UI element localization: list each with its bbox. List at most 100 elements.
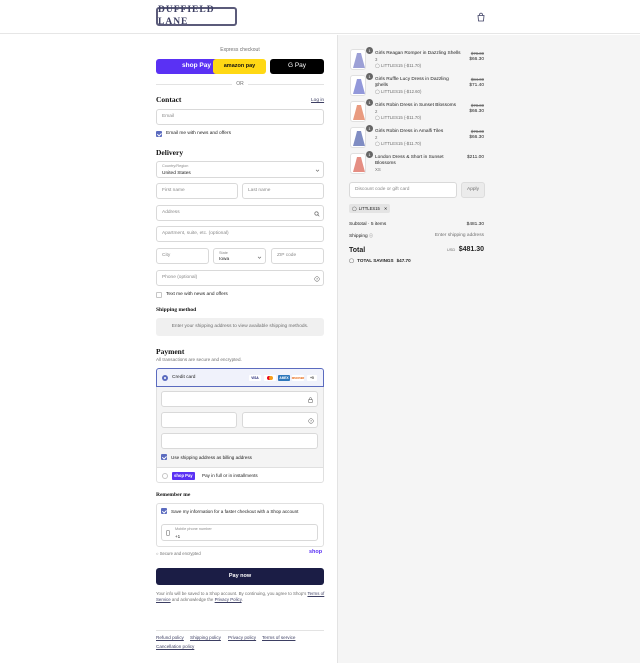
terms-text-2: and acknowledge the [171, 597, 214, 603]
amex-icon: AMEX [278, 375, 290, 381]
delivery-heading: Delivery [156, 148, 184, 157]
item-price: $66.30 [469, 109, 484, 114]
news-label: Email me with news and offers [166, 131, 231, 136]
remove-discount-icon[interactable]: ✕ [384, 206, 388, 211]
secure-encrypted-text: Secure and encrypted [159, 551, 201, 556]
address-field[interactable]: Address [156, 205, 324, 221]
security-code-field[interactable]: ? [242, 412, 318, 428]
amazon-pay-button[interactable]: amazon pay [213, 59, 266, 74]
name-on-card-field[interactable] [161, 433, 318, 449]
shipping-method-heading: Shipping method [156, 307, 197, 313]
state-value: Iowa [219, 257, 230, 262]
help-circle-icon[interactable]: ⓘ [369, 233, 373, 238]
product-thumbnail [350, 153, 366, 174]
tag-icon: ◯ [349, 258, 355, 263]
zip-field[interactable]: ZIP code [271, 248, 324, 264]
discount-code-placeholder: Discount code or gift card [355, 187, 410, 193]
lock-icon: ○ [156, 551, 159, 556]
news-checkbox[interactable] [156, 131, 162, 137]
shipping-policy-link[interactable]: Shipping policy [190, 635, 221, 641]
secure-encrypted-note: ○ Secure and encrypted [156, 551, 201, 556]
lock-icon [308, 397, 313, 403]
mobile-phone-field[interactable]: Mobile phone number +1 [161, 524, 318, 541]
country-value: United States [162, 170, 191, 176]
privacy-policy-link[interactable]: Privacy Policy [215, 597, 242, 602]
item-variant: 3 [375, 57, 378, 62]
credit-card-option[interactable]: Credit card VISA AMEX DISCOVER +5 [156, 368, 324, 387]
tag-icon: ◯ [375, 141, 380, 146]
mastercard-icon [264, 375, 276, 381]
chevron-down-icon [315, 169, 320, 172]
state-select[interactable]: State Iowa [213, 248, 266, 264]
total-value: $481.30 [458, 246, 484, 253]
state-label: State [219, 251, 228, 255]
shop-pay-installments-option[interactable]: shop Pay Pay in full or in installments [156, 467, 324, 483]
last-name-placeholder: Last name [248, 188, 271, 194]
payment-subtitle: All transactions are secure and encrypte… [156, 357, 242, 362]
refund-policy-link[interactable]: Refund policy [156, 635, 184, 641]
or-divider-label: OR [236, 81, 244, 87]
total-savings: ◯ TOTAL SAVINGS $47.70 [349, 258, 411, 264]
phone-field[interactable]: Phone (optional) ? [156, 270, 324, 286]
first-name-placeholder: First name [162, 188, 185, 194]
chevron-down-icon [257, 256, 262, 259]
dress-image [353, 53, 365, 68]
product-thumbnail [350, 127, 366, 148]
product-thumbnail [350, 101, 366, 122]
radio-selected[interactable] [162, 375, 168, 381]
dress-image [353, 131, 365, 146]
billing-address-checkbox[interactable] [161, 454, 167, 460]
card-number-field[interactable] [161, 391, 318, 407]
contact-heading: Contact [156, 95, 182, 104]
applied-discount-tag: ◯ LITTLES15 ✕ [349, 204, 391, 213]
text-offers-checkbox[interactable] [156, 292, 162, 298]
save-info-checkbox[interactable] [161, 508, 167, 514]
shipping-method-message: Enter your shipping address to view avai… [171, 324, 309, 329]
item-price: $211.00 [467, 155, 484, 160]
more-cards-badge: +5 [307, 375, 317, 381]
item-discount: ◯ LITTLES15 (-$11.70) [375, 115, 421, 120]
shopping-bag-icon[interactable] [476, 12, 486, 22]
item-variant: 2 [375, 109, 378, 114]
item-discount: ◯ LITTLES15 (-$12.60) [375, 89, 421, 94]
address-placeholder: Address [162, 210, 180, 216]
item-variant: 2 [375, 83, 378, 88]
apply-discount-button[interactable]: Apply [461, 182, 485, 198]
expiration-field[interactable] [161, 412, 237, 428]
savings-value: $47.70 [396, 258, 411, 263]
country-select[interactable]: Country/Region United States [156, 161, 324, 178]
first-name-field[interactable]: First name [156, 183, 238, 199]
email-field[interactable]: Email [156, 109, 324, 125]
pay-now-button[interactable]: Pay now [156, 568, 324, 585]
dress-image [353, 105, 365, 120]
email-placeholder: Email [162, 114, 174, 120]
discount-code-field[interactable]: Discount code or gift card [349, 182, 457, 198]
shop-logo: shop [309, 549, 323, 555]
apartment-field[interactable]: Apartment, suite, etc. (optional) [156, 226, 324, 242]
google-pay-button[interactable]: G Pay [270, 59, 324, 74]
billing-address-label: Use shipping address as billing address [171, 455, 252, 460]
city-field[interactable]: City [156, 248, 209, 264]
item-original-price: $84.00 [470, 77, 484, 82]
item-discount-text: LITTLES15 (-$11.70) [381, 141, 422, 146]
last-name-field[interactable]: Last name [242, 183, 324, 199]
item-discount-text: LITTLES15 (-$11.70) [381, 115, 422, 120]
svg-text:?: ? [316, 277, 318, 281]
help-circle-icon[interactable]: ? [308, 418, 314, 424]
terms-of-service-footer-link[interactable]: Terms of service [262, 635, 295, 641]
item-discount-text: LITTLES15 (-$11.70) [381, 63, 422, 68]
tag-icon: ◯ [375, 63, 380, 68]
product-thumbnail [350, 75, 366, 96]
dress-image [353, 157, 365, 172]
cancellation-policy-link[interactable]: Cancellation policy [156, 644, 194, 650]
mobile-phone-value: +1 [175, 533, 181, 539]
apartment-placeholder: Apartment, suite, etc. (optional) [162, 231, 229, 237]
payment-heading: Payment [156, 347, 185, 356]
applied-code: LITTLES15 [358, 205, 380, 211]
tag-icon: ◯ [352, 205, 357, 211]
privacy-policy-footer-link[interactable]: Privacy policy [228, 635, 256, 641]
brand-logo[interactable]: DUFFIELD LANE [156, 5, 237, 27]
login-link[interactable]: Log in [311, 98, 324, 104]
help-circle-icon[interactable]: ? [314, 276, 320, 282]
radio-unselected[interactable] [162, 473, 168, 479]
